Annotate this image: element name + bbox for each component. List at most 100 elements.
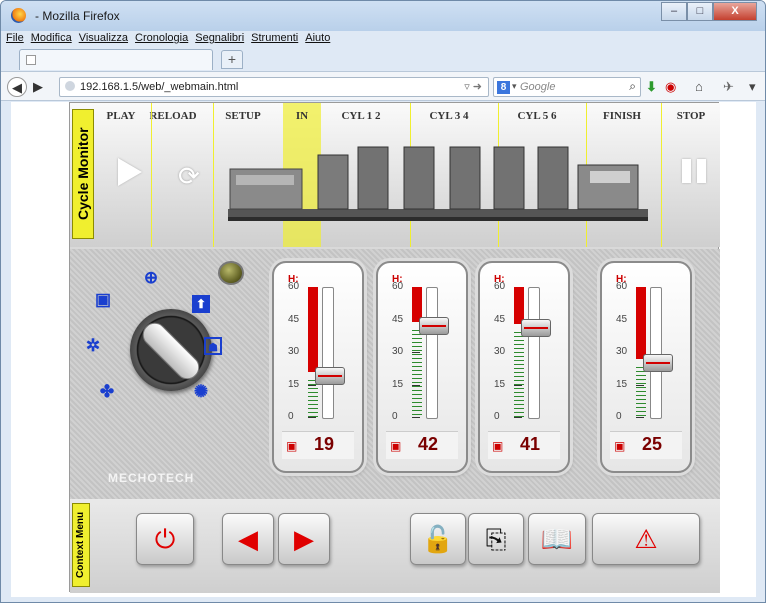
reload-icon[interactable]: ⟳: [178, 161, 200, 192]
url-bar[interactable]: 192.168.1.5/web/_webmain.html ▿ ➜: [59, 77, 489, 97]
hmi-panel: Cycle Monitor PLAY RELOAD SETUP IN CYL 1…: [69, 102, 720, 593]
search-icon[interactable]: ⌕: [629, 79, 636, 94]
menu-modifica[interactable]: Modifica: [31, 32, 72, 47]
sun-icon[interactable]: ✺: [192, 383, 210, 401]
arrow-right-icon: ▶: [294, 524, 314, 554]
minimize-button[interactable]: –: [661, 2, 687, 21]
firefox-icon: [11, 8, 26, 23]
gears-icon[interactable]: ✲: [84, 337, 102, 355]
mode-selector: ▣ ⊕ ⬆ ✲ ☗ ✤ ✺ MECHOTECH: [80, 259, 260, 489]
gauge-slider-thumb[interactable]: [521, 319, 551, 338]
printing-press-image: [228, 146, 648, 221]
gauge-slider-thumb[interactable]: [643, 353, 673, 372]
new-tab-button[interactable]: +: [221, 50, 243, 69]
search-field[interactable]: 8 ▾ Google ⌕: [493, 77, 641, 97]
menu-chevron-icon[interactable]: ▾: [749, 78, 756, 96]
gauge-scale: 60 45 30 15 0: [392, 281, 430, 422]
url-text: 192.168.1.5/web/_webmain.html: [80, 81, 239, 93]
menu-bar: File Modifica Visualizza Cronologia Segn…: [1, 32, 765, 47]
previous-button[interactable]: ◀: [222, 513, 274, 565]
gauge-1: H: 60 45 30 15 0 ▣ 19: [272, 261, 364, 473]
preview-button[interactable]: ⎘: [468, 513, 524, 565]
context-menu-label: Context Menu: [72, 503, 90, 587]
portrait-icon[interactable]: ☗: [204, 337, 222, 355]
step-divider: [213, 103, 214, 247]
step-divider: [661, 103, 662, 247]
gauge-slider-thumb[interactable]: [419, 317, 449, 335]
gauge-value: 25: [642, 434, 663, 454]
gauge-footer: ▣ 19: [282, 431, 354, 459]
site-identity-icon[interactable]: [65, 81, 75, 91]
addon-icon[interactable]: ✈: [723, 78, 734, 96]
next-button[interactable]: ▶: [278, 513, 330, 565]
gauge-value: 41: [520, 434, 541, 454]
search-engine-icon[interactable]: 8: [497, 81, 510, 94]
pause-stop-icon[interactable]: [682, 159, 708, 183]
menu-aiuto[interactable]: Aiuto: [305, 32, 330, 47]
page-icon: [26, 55, 36, 65]
gauge-red-zone: [308, 287, 318, 372]
menu-visualizza[interactable]: Visualizza: [79, 32, 128, 47]
menu-segnalibri[interactable]: Segnalibri: [195, 32, 244, 47]
warning-icon: ⚠: [634, 524, 658, 554]
step-divider: [151, 103, 152, 247]
tab-current[interactable]: [19, 49, 213, 70]
gauge-footer: ▣ 25: [610, 431, 682, 459]
gauge-track: [528, 287, 540, 419]
gauge-body: H: 60 45 30 15 0: [386, 271, 458, 423]
menu-strumenti[interactable]: Strumenti: [251, 32, 298, 47]
dial-knob[interactable]: [137, 317, 205, 385]
gauge-red-zone: [636, 287, 646, 359]
control-area: ▣ ⊕ ⬆ ✲ ☗ ✤ ✺ MECHOTECH H: 60 45 30 15 0 ▣ 19 H…: [70, 249, 720, 499]
gauge-green-zone: [514, 332, 524, 417]
mode-dial[interactable]: [130, 309, 212, 391]
gauge-green-zone: [308, 379, 318, 417]
gauge-slider-thumb[interactable]: [315, 366, 345, 385]
manual-button[interactable]: 📖: [528, 513, 586, 565]
calendar-icon: ▣: [390, 439, 402, 453]
alarm-button[interactable]: ⚠: [592, 513, 700, 565]
home-icon[interactable]: ⌂: [695, 78, 703, 96]
search-placeholder: Google: [520, 81, 556, 93]
gauge-body: H: 60 45 30 15 0: [610, 271, 682, 423]
upload-icon[interactable]: ⬆: [192, 295, 210, 313]
gauge-scale: 60 45 30 15 0: [288, 281, 326, 422]
gauge-value: 19: [314, 434, 335, 454]
gauge-scale: 60 45 30 15 0: [494, 281, 532, 422]
maximize-button[interactable]: □: [687, 2, 713, 21]
gauge-body: H: 60 45 30 15 0: [488, 271, 560, 423]
gauge-green-zone: [636, 366, 646, 417]
calendar-icon: ▣: [286, 439, 298, 453]
forward-icon[interactable]: ▶: [29, 77, 47, 97]
unlock-button[interactable]: 🔓: [410, 513, 466, 565]
menu-cronologia[interactable]: Cronologia: [135, 32, 188, 47]
tab-bar: +: [1, 48, 765, 70]
download-icon[interactable]: ⬇: [646, 78, 657, 96]
back-icon[interactable]: ◀: [7, 77, 27, 97]
gauge-4: H: 60 45 30 15 0 ▣ 25: [600, 261, 692, 473]
gauge-scale: 60 45 30 15 0: [616, 281, 654, 422]
close-button[interactable]: X: [713, 2, 757, 21]
status-led: [218, 261, 244, 285]
power-icon: ⏻: [154, 524, 176, 554]
book-icon: 📖: [540, 524, 574, 554]
title-bar: - Mozilla Firefox – □ X: [1, 1, 765, 31]
url-go-icon[interactable]: ▿ ➜: [464, 80, 482, 93]
engine-dropdown-icon[interactable]: ▾: [512, 81, 517, 92]
gauge-2: H: 60 45 30 15 0 ▣ 42: [376, 261, 468, 473]
window-controls: – □ X: [661, 2, 757, 21]
window-title: - Mozilla Firefox: [35, 9, 120, 23]
gauge-track: [426, 287, 438, 419]
play-icon[interactable]: [118, 158, 142, 186]
gauge-3: H: 60 45 30 15 0 ▣ 41: [478, 261, 570, 473]
gauge-value: 42: [418, 434, 439, 454]
power-button[interactable]: ⏻: [136, 513, 194, 565]
record-icon[interactable]: ◉: [665, 78, 676, 96]
fan-icon[interactable]: ✤: [98, 383, 116, 401]
menu-file[interactable]: File: [6, 32, 24, 47]
brand-logo: MECHOTECH: [108, 471, 195, 485]
gauge-green-zone: [412, 330, 422, 417]
briefcase-icon[interactable]: ▣: [94, 291, 112, 309]
globe-icon[interactable]: ⊕: [142, 269, 160, 287]
gauge-footer: ▣ 41: [488, 431, 560, 459]
